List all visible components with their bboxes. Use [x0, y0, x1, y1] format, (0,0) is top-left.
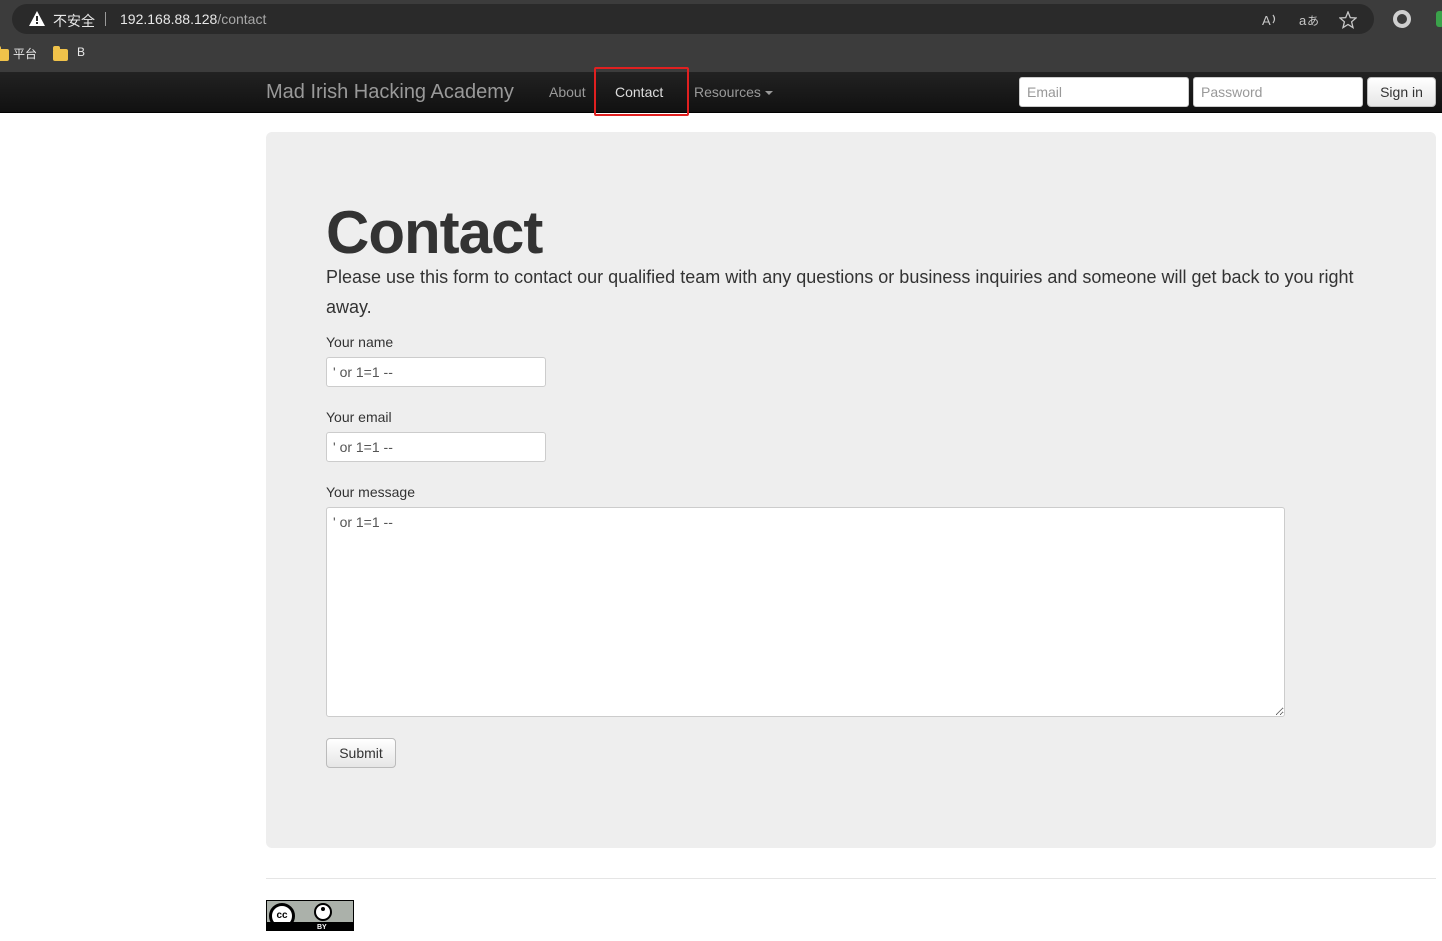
svg-text:A: A	[1262, 13, 1271, 28]
folder-icon[interactable]	[53, 46, 68, 61]
bookmarks-bar: 平台 B	[0, 40, 1442, 66]
badge-bar	[267, 922, 353, 930]
caret-down-icon	[764, 91, 773, 96]
warning-icon[interactable]	[28, 10, 46, 28]
submit-button[interactable]: Submit	[326, 738, 396, 768]
email-field[interactable]	[326, 432, 546, 462]
url-host: 192.168.88.128	[120, 11, 218, 27]
browser-toolbar: 不安全 192.168.88.128/contact A a あ 平台 B	[0, 0, 1442, 72]
nav-resources-label: Resources	[694, 84, 761, 100]
password-input[interactable]	[1193, 77, 1363, 107]
extension-icon[interactable]	[1393, 10, 1411, 28]
insecure-label[interactable]: 不安全	[53, 11, 95, 31]
svg-text:あ: あ	[1307, 14, 1319, 28]
message-field[interactable]: ' or 1=1 --	[326, 507, 1285, 717]
folder-icon[interactable]	[0, 46, 9, 61]
attribution-icon	[314, 903, 332, 921]
read-aloud-icon[interactable]: A	[1261, 11, 1279, 29]
nav-resources[interactable]: Resources	[694, 84, 773, 100]
highlight-box	[594, 67, 689, 116]
cc-license-badge[interactable]: cc BY	[266, 900, 354, 931]
bookmark-item[interactable]: 平台	[13, 45, 37, 62]
email-input[interactable]	[1019, 77, 1189, 107]
favorite-star-icon[interactable]	[1339, 11, 1357, 29]
brand-link[interactable]: Mad Irish Hacking Academy	[266, 81, 514, 104]
address-separator	[105, 12, 106, 26]
email-label: Your email	[326, 409, 392, 425]
translate-icon[interactable]: a あ	[1299, 11, 1321, 29]
site-navbar: Mad Irish Hacking Academy About Contact …	[0, 67, 1442, 116]
badge-by-text: BY	[317, 924, 327, 931]
address-bar[interactable]: 不安全 192.168.88.128/contact A a あ	[12, 4, 1374, 34]
extension-icon-2[interactable]	[1436, 11, 1442, 27]
page-title: Contact	[326, 199, 543, 266]
lead-text: Please use this form to contact our qual…	[326, 267, 1354, 317]
sign-in-button[interactable]: Sign in	[1367, 77, 1436, 107]
contact-hero: Contact Please use this form to contact …	[266, 132, 1436, 848]
url-text[interactable]: 192.168.88.128/contact	[120, 11, 266, 27]
name-label: Your name	[326, 334, 394, 350]
svg-text:a: a	[1299, 13, 1307, 28]
nav-about[interactable]: About	[549, 84, 586, 100]
url-path: /contact	[217, 11, 267, 27]
bookmark-item[interactable]: B	[77, 45, 85, 59]
message-label: Your message	[326, 484, 415, 500]
name-field[interactable]	[326, 357, 546, 387]
footer-divider	[266, 878, 1436, 879]
